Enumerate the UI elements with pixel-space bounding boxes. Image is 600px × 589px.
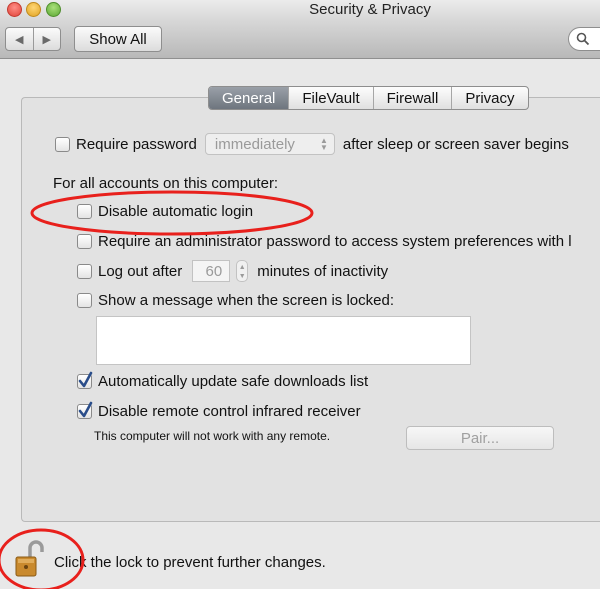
after-sleep-text: after sleep or screen saver begins <box>342 135 569 153</box>
require-password-checkbox[interactable] <box>55 136 70 152</box>
back-button[interactable]: ◀ <box>6 28 33 50</box>
back-arrow-icon: ◀ <box>15 33 24 46</box>
require-password-row: Require password immediately ▲ ▼ after sl… <box>55 133 569 155</box>
forward-button[interactable]: ▶ <box>32 28 61 50</box>
show-all-button[interactable]: Show All <box>74 26 162 52</box>
disable-infrared-checkbox[interactable] <box>77 401 93 419</box>
require-password-delay-value: immediately <box>214 135 295 153</box>
show-message-label: Show a message when the screen is locked… <box>98 292 394 309</box>
back-forward-group: ◀ ▶ <box>5 27 61 51</box>
auto-update-label: Automatically update safe downloads list <box>98 373 369 390</box>
minutes-inactivity-text: minutes of inactivity <box>257 262 389 280</box>
auto-update-row: Automatically update safe downloads list <box>77 371 369 390</box>
lock-message-textarea[interactable] <box>96 316 471 365</box>
auto-update-checkbox[interactable] <box>77 371 93 389</box>
log-out-after-checkbox[interactable] <box>77 263 92 279</box>
tab-firewall[interactable]: Firewall <box>372 87 452 109</box>
show-message-checkbox[interactable] <box>77 293 92 308</box>
require-password-delay-popup[interactable]: immediately ▲ ▼ <box>204 133 335 155</box>
disable-auto-login-row: Disable automatic login <box>77 203 253 220</box>
lock-instruction-text: Click the lock to prevent further change… <box>54 554 326 571</box>
tab-filevault[interactable]: FileVault <box>288 87 372 109</box>
window-toolbar: ◀ ▶ Show All <box>0 22 600 59</box>
log-out-minutes-stepper[interactable]: ▲ ▼ <box>236 260 249 282</box>
tab-privacy[interactable]: Privacy <box>451 87 527 109</box>
disable-auto-login-label: Disable automatic login <box>98 203 254 220</box>
window-title: Security & Privacy <box>309 1 431 18</box>
unlocked-padlock-icon <box>15 540 44 577</box>
disable-auto-login-checkbox[interactable] <box>77 204 92 219</box>
lock-button[interactable] <box>14 538 44 583</box>
search-field[interactable] <box>568 27 600 51</box>
log-out-minutes-field[interactable]: 60 <box>192 260 231 282</box>
log-out-after-row: Log out after 60 ▲ ▼ minutes of inactivit… <box>77 260 388 282</box>
checkmark-icon <box>78 401 93 418</box>
checkmark-icon <box>78 371 93 388</box>
disable-infrared-label: Disable remote control infrared receiver <box>98 403 361 420</box>
search-icon <box>576 32 590 46</box>
zoom-window-button[interactable] <box>46 2 61 17</box>
pair-button[interactable]: Pair... <box>406 426 554 450</box>
show-message-row: Show a message when the screen is locked… <box>77 292 394 309</box>
general-tab-panel <box>21 97 600 522</box>
tab-general[interactable]: General <box>209 87 289 109</box>
require-admin-checkbox[interactable] <box>77 234 92 249</box>
window-titlebar: Security & Privacy <box>0 0 600 22</box>
all-accounts-heading: For all accounts on this computer: <box>53 175 279 192</box>
remote-note-text: This computer will not work with any rem… <box>94 429 331 443</box>
forward-arrow-icon: ▶ <box>42 33 51 46</box>
close-window-button[interactable] <box>7 2 22 17</box>
require-password-label: Require password <box>76 135 197 153</box>
tab-bar: General FileVault Firewall Privacy <box>208 86 529 110</box>
disable-infrared-row: Disable remote control infrared receiver <box>77 401 361 420</box>
log-out-after-label: Log out after <box>98 262 183 280</box>
minimize-window-button[interactable] <box>26 2 41 17</box>
require-admin-row: Require an administrator password to acc… <box>77 233 572 250</box>
popup-arrows-icon: ▲ ▼ <box>319 136 328 152</box>
require-admin-label: Require an administrator password to acc… <box>98 233 572 250</box>
